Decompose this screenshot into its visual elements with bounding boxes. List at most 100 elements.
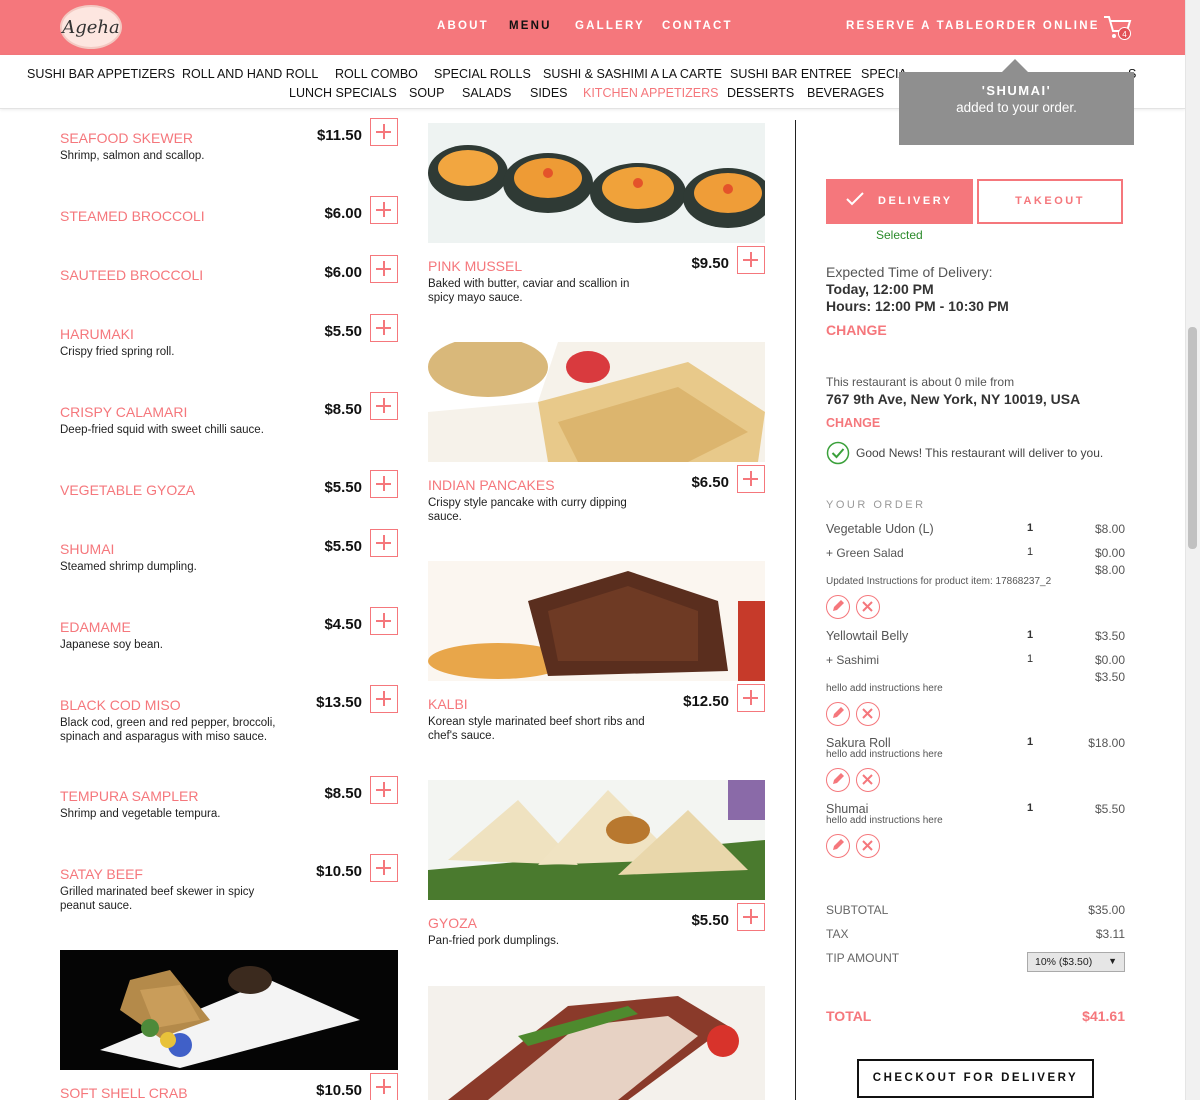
- logo-text: Ageha: [62, 16, 120, 38]
- item-name[interactable]: STEAMED BROCCOLI: [60, 208, 205, 224]
- delivery-button[interactable]: DELIVERY: [826, 179, 973, 224]
- order-line-price: $0.00: [1094, 546, 1125, 560]
- tax-value: $3.11: [1095, 927, 1125, 941]
- your-order-heading: YOUR ORDER: [826, 499, 926, 511]
- tip-select[interactable]: 10% ($3.50) ▼: [1027, 952, 1125, 972]
- add-item-button[interactable]: [370, 854, 398, 882]
- add-item-button[interactable]: [370, 1073, 398, 1100]
- category-soup[interactable]: SOUP: [409, 86, 444, 100]
- panel-divider: [795, 120, 796, 1100]
- order-line-modifier: + Sashimi: [826, 653, 880, 667]
- kalbi-photo: [428, 561, 765, 681]
- scrollbar-track[interactable]: [1185, 0, 1200, 1100]
- add-item-button[interactable]: [370, 255, 398, 283]
- success-check-icon: [826, 441, 850, 465]
- category-desserts[interactable]: DESSERTS: [727, 86, 794, 100]
- item-name[interactable]: KALBI: [428, 696, 468, 712]
- nav-gallery[interactable]: GALLERY: [575, 20, 645, 32]
- add-item-button[interactable]: [370, 196, 398, 224]
- tax-label: TAX: [826, 927, 849, 941]
- item-price: $6.50: [691, 474, 729, 491]
- add-item-button[interactable]: [370, 776, 398, 804]
- takeout-button[interactable]: TAKEOUT: [977, 179, 1123, 224]
- category-sushi-sashimi[interactable]: SUSHI & SASHIMI A LA CARTE: [543, 67, 722, 81]
- add-item-button[interactable]: [370, 392, 398, 420]
- add-item-button[interactable]: [370, 529, 398, 557]
- order-line-note: hello add instructions here: [826, 749, 943, 760]
- category-roll-and-hand-roll[interactable]: ROLL AND HAND ROLL: [182, 67, 318, 81]
- add-item-button[interactable]: [370, 685, 398, 713]
- category-sides[interactable]: SIDES: [530, 86, 568, 100]
- order-online-link[interactable]: ORDER ONLINE: [985, 20, 1100, 32]
- item-name[interactable]: SATAY BEEF: [60, 866, 143, 882]
- checkout-button[interactable]: CHECKOUT FOR DELIVERY: [857, 1059, 1094, 1098]
- change-address-link[interactable]: CHANGE: [826, 416, 880, 430]
- edit-item-button[interactable]: [826, 834, 850, 858]
- item-name[interactable]: TEMPURA SAMPLER: [60, 788, 198, 804]
- category-roll-combo[interactable]: ROLL COMBO: [335, 67, 418, 81]
- reserve-table-link[interactable]: RESERVE A TABLE: [846, 20, 985, 32]
- category-salads[interactable]: SALADS: [462, 86, 511, 100]
- add-item-button[interactable]: [370, 314, 398, 342]
- item-price: $8.50: [324, 401, 362, 418]
- add-item-button[interactable]: [737, 903, 765, 931]
- delivery-address: 767 9th Ave, New York, NY 10019, USA: [826, 391, 1081, 407]
- item-description: Deep-fried squid with sweet chilli sauce…: [60, 424, 264, 436]
- subtotal-label: SUBTOTAL: [826, 903, 889, 917]
- item-description: Steamed shrimp dumpling.: [60, 561, 197, 573]
- item-name[interactable]: CRISPY CALAMARI: [60, 404, 187, 420]
- add-item-button[interactable]: [737, 684, 765, 712]
- add-item-button[interactable]: [370, 607, 398, 635]
- item-price: $11.50: [316, 127, 362, 144]
- item-name[interactable]: EDAMAME: [60, 619, 131, 635]
- edit-item-button[interactable]: [826, 595, 850, 619]
- tip-select-value: 10% ($3.50): [1035, 956, 1093, 968]
- order-line-qty: 1: [1027, 736, 1034, 748]
- category-special-rolls[interactable]: SPECIAL ROLLS: [434, 67, 531, 81]
- nav-contact[interactable]: CONTACT: [662, 20, 733, 32]
- edit-item-button[interactable]: [826, 768, 850, 792]
- expected-time-label: Expected Time of Delivery:: [826, 264, 993, 280]
- remove-item-button[interactable]: [856, 834, 880, 858]
- add-item-button[interactable]: [370, 118, 398, 146]
- remove-item-button[interactable]: [856, 768, 880, 792]
- good-news-text: Good News! This restaurant will deliver …: [856, 446, 1104, 460]
- edit-item-button[interactable]: [826, 702, 850, 726]
- add-item-button[interactable]: [737, 246, 765, 274]
- item-name[interactable]: INDIAN PANCAKES: [428, 477, 555, 493]
- restaurant-logo[interactable]: Ageha: [60, 5, 122, 49]
- squid-photo: [428, 986, 765, 1100]
- soft-shell-crab-photo: [60, 950, 398, 1070]
- item-price: $10.50: [316, 1082, 362, 1099]
- category-lunch-specials[interactable]: LUNCH SPECIALS: [289, 86, 397, 100]
- remove-item-button[interactable]: [856, 595, 880, 619]
- change-time-link[interactable]: CHANGE: [826, 322, 887, 338]
- category-beverages[interactable]: BEVERAGES: [807, 86, 884, 100]
- item-name[interactable]: BLACK COD MISO: [60, 697, 181, 713]
- item-name[interactable]: HARUMAKI: [60, 326, 134, 342]
- item-description: Grilled marinated beef skewer in spicy p…: [60, 886, 255, 912]
- category-kitchen-appetizers[interactable]: KITCHEN APPETIZERS: [583, 86, 718, 100]
- category-sushi-bar-appetizers[interactable]: SUSHI BAR APPETIZERS: [27, 67, 175, 81]
- order-line-qty: 1: [1027, 802, 1034, 814]
- checkmark-icon: [846, 192, 864, 206]
- item-name[interactable]: VEGETABLE GYOZA: [60, 482, 195, 498]
- item-name[interactable]: PINK MUSSEL: [428, 258, 522, 274]
- scrollbar-thumb[interactable]: [1188, 327, 1197, 549]
- item-name[interactable]: SAUTEED BROCCOLI: [60, 267, 203, 283]
- add-item-button[interactable]: [370, 470, 398, 498]
- remove-item-button[interactable]: [856, 702, 880, 726]
- nav-about[interactable]: ABOUT: [437, 20, 489, 32]
- nav-menu[interactable]: MENU: [509, 20, 552, 32]
- category-sushi-bar-entree[interactable]: SUSHI BAR ENTREE: [730, 67, 852, 81]
- close-icon: [862, 840, 873, 851]
- item-name[interactable]: SOFT SHELL CRAB: [60, 1085, 188, 1100]
- add-item-button[interactable]: [737, 465, 765, 493]
- item-description: Korean style marinated beef short ribs a…: [428, 716, 645, 742]
- item-name[interactable]: SHUMAI: [60, 541, 114, 557]
- added-to-order-toast: 'SHUMAI' added to your order.: [899, 59, 1134, 145]
- item-price: $9.50: [691, 255, 729, 272]
- item-description: Shrimp, salmon and scallop.: [60, 150, 205, 162]
- item-name[interactable]: SEAFOOD SKEWER: [60, 130, 193, 146]
- item-name[interactable]: GYOZA: [428, 915, 477, 931]
